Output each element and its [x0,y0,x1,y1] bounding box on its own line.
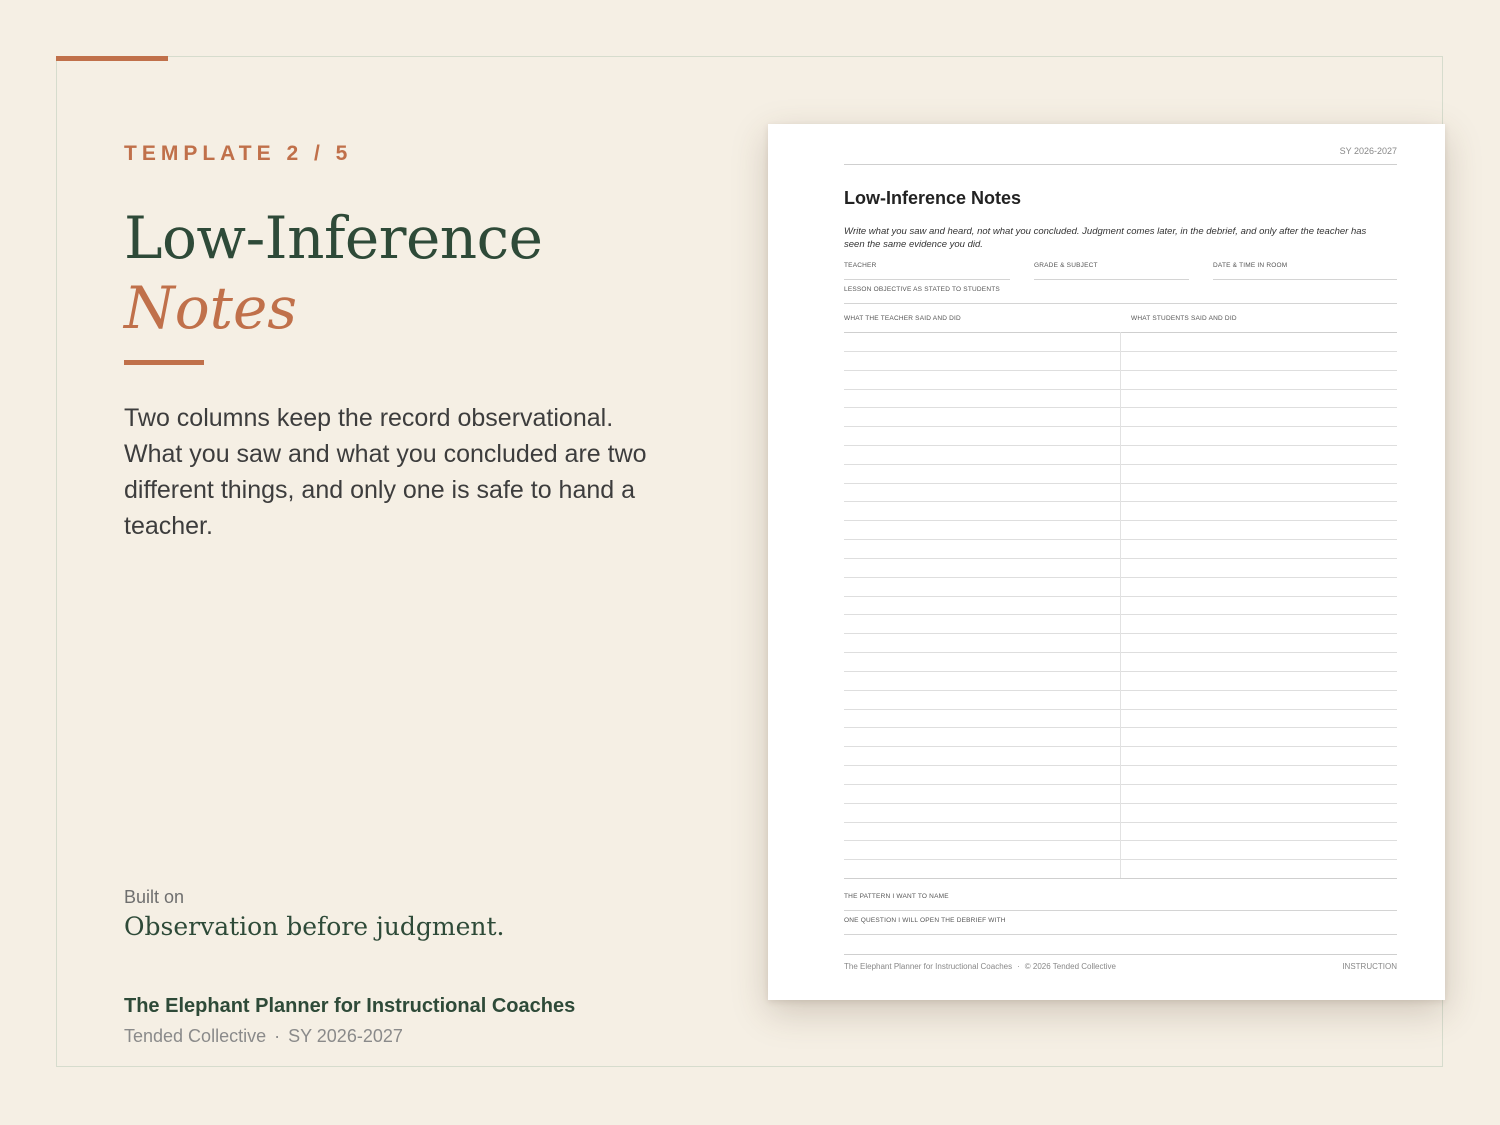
top-accent-bar [56,56,168,61]
doc-footer-section: INSTRUCTION [1342,962,1397,971]
product-meta: Tended Collective · SY 2026-2027 [124,1026,403,1047]
doc-footer-rule [844,954,1397,955]
doc-school-year: SY 2026-2027 [1339,146,1397,156]
note-row-line [844,878,1397,879]
page-title-line1: Low-Inference [124,204,543,272]
teacher-field-label: TEACHER [844,262,877,269]
doc-title: Low-Inference Notes [844,188,1022,208]
description-text: Two columns keep the record observationa… [124,404,647,540]
title-underline [124,360,204,365]
template-counter: TEMPLATE 2 / 5 [124,142,353,165]
column-divider [1120,332,1121,878]
document-preview: SY 2026-2027 Low-Inference Notes Write w… [768,124,1445,1000]
date-time-field-label: DATE & TIME IN ROOM [1213,262,1288,269]
doc-header-rule [844,164,1397,165]
built-on-label: Built on [124,887,185,907]
pattern-field-label: THE PATTERN I WANT TO NAME [844,893,949,900]
publisher-name: Tended Collective [124,1026,267,1046]
page-title-line2: Notes [124,274,298,342]
doc-footer-separator: · [1017,962,1020,971]
grade-subject-field-line [1034,279,1189,280]
doc-footer-copyright: © 2026 Tended Collective [1024,962,1116,971]
doc-intro: Write what you saw and heard, not what y… [844,226,1367,250]
question-field-label: ONE QUESTION I WILL OPEN THE DEBRIEF WIT… [844,917,1006,924]
built-on-value: Observation before judgment. [124,912,505,941]
date-time-field-line [1213,279,1397,280]
grade-subject-field-label: GRADE & SUBJECT [1034,262,1098,269]
school-year: SY 2026-2027 [288,1026,403,1046]
product-name: The Elephant Planner for Instructional C… [124,995,576,1017]
teacher-field-line [844,279,1010,280]
question-field-line [844,934,1397,935]
teacher-column-header: WHAT THE TEACHER SAID AND DID [844,315,961,322]
pattern-field-line [844,910,1397,911]
objective-field-line [844,303,1397,304]
doc-footer-title: The Elephant Planner for Instructional C… [844,962,1013,971]
students-column-header: WHAT STUDENTS SAID AND DID [1131,315,1237,322]
objective-field-label: LESSON OBJECTIVE AS STATED TO STUDENTS [844,286,1000,293]
doc-footer-left: The Elephant Planner for Instructional C… [844,962,1116,971]
meta-separator: · [274,1026,281,1046]
